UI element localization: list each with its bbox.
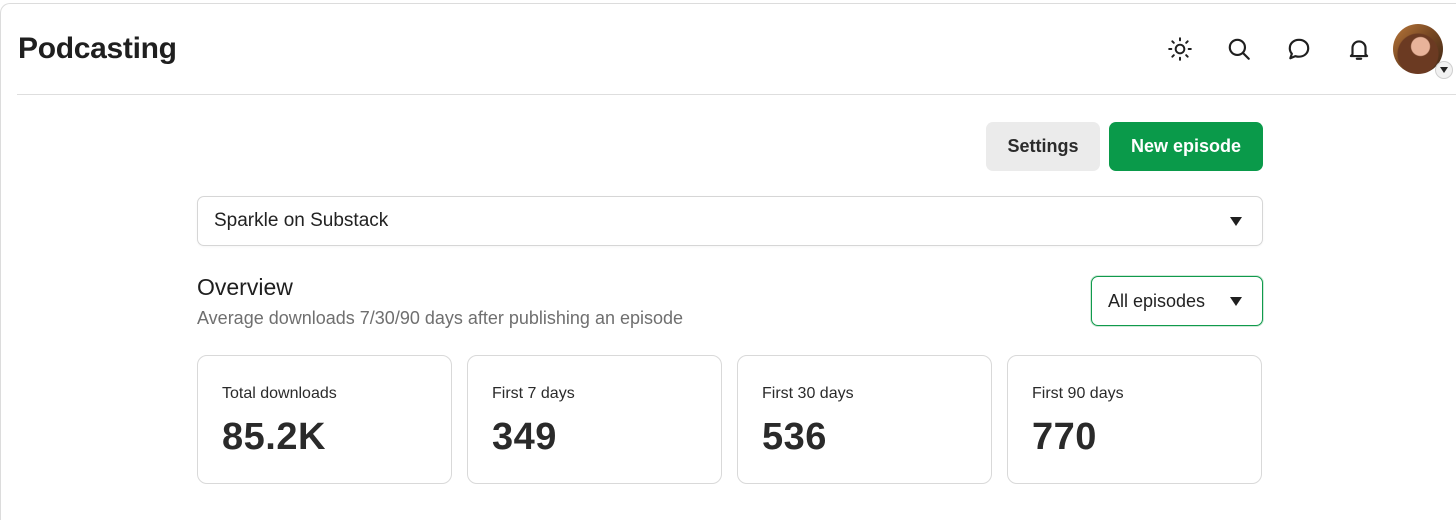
stat-card-value: 85.2K	[222, 416, 326, 458]
top-header: Podcasting	[17, 4, 1456, 95]
stat-card-first-7-days: First 7 days 349	[467, 355, 722, 484]
stat-card-label: First 30 days	[762, 385, 854, 402]
chat-bubble-icon	[1288, 38, 1310, 60]
page-title: Podcasting	[18, 32, 177, 65]
episode-filter-value: All episodes	[1108, 290, 1206, 311]
overview-subtitle: Average downloads 7/30/90 days after pub…	[197, 308, 684, 328]
chat-button[interactable]	[1284, 34, 1314, 64]
publication-select[interactable]: Sparkle on Substack	[197, 196, 1263, 246]
theme-toggle-button[interactable]	[1165, 34, 1195, 64]
new-episode-button[interactable]: New episode	[1109, 122, 1263, 171]
search-icon	[1228, 38, 1250, 60]
bell-icon	[1349, 40, 1369, 60]
settings-button[interactable]: Settings	[986, 122, 1100, 171]
stat-card-label: Total downloads	[222, 385, 337, 402]
episode-filter-select[interactable]: All episodes	[1091, 276, 1263, 326]
overview-heading: Overview	[197, 274, 293, 300]
publication-select-value: Sparkle on Substack	[214, 210, 389, 231]
stat-card-first-30-days: First 30 days 536	[737, 355, 992, 484]
stat-card-value: 349	[492, 416, 557, 458]
notifications-button[interactable]	[1344, 34, 1374, 64]
caret-down-icon	[1230, 297, 1242, 306]
chevron-down-icon[interactable]	[1435, 61, 1453, 79]
search-button[interactable]	[1224, 34, 1254, 64]
stat-card-value: 536	[762, 416, 827, 458]
stat-card-first-90-days: First 90 days 770	[1007, 355, 1262, 484]
stat-card-total-downloads: Total downloads 85.2K	[197, 355, 452, 484]
stat-card-label: First 7 days	[492, 385, 575, 402]
caret-down-icon	[1230, 217, 1242, 226]
app-window: Podcasting Settings New episode Sparkle …	[0, 3, 1456, 520]
stat-card-label: First 90 days	[1032, 385, 1124, 402]
sun-icon	[1168, 37, 1192, 61]
stat-card-value: 770	[1032, 416, 1097, 458]
